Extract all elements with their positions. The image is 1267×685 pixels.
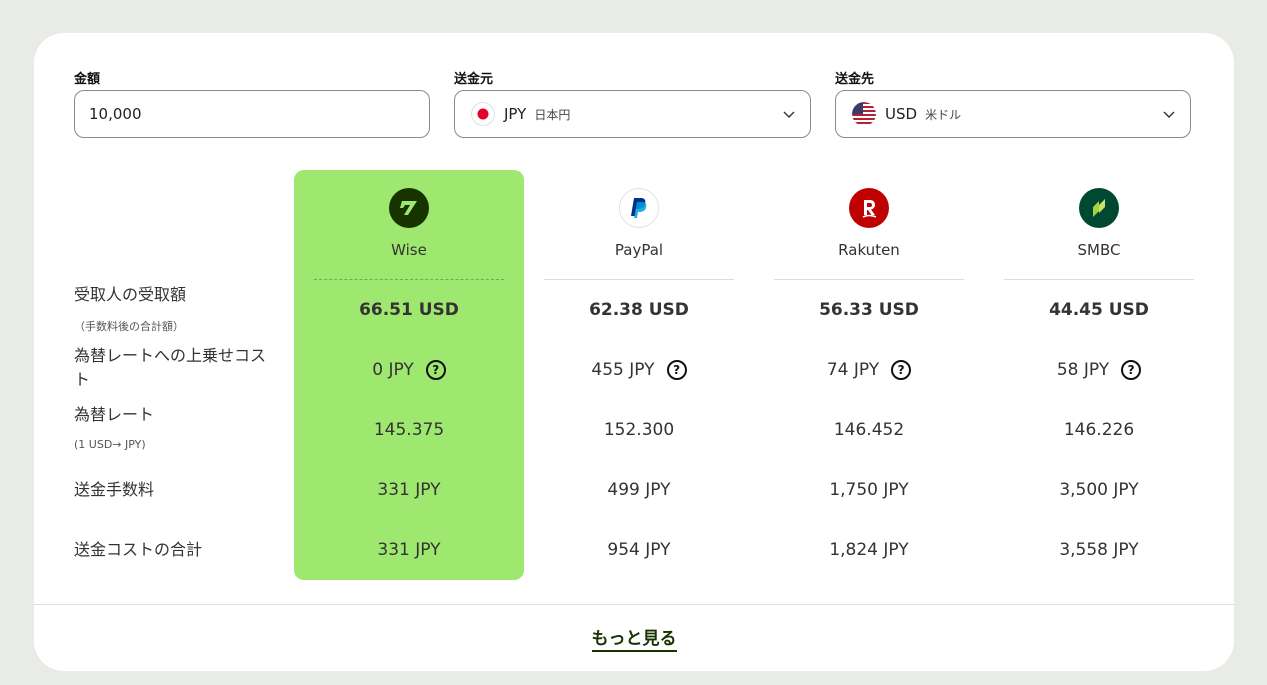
target-currency-label: 送金先 bbox=[835, 72, 875, 87]
provider-header-paypal: PayPal bbox=[544, 188, 734, 259]
provider-header-wise: Wise bbox=[314, 188, 504, 259]
paypal-total-value: 954 JPY bbox=[607, 540, 671, 560]
source-currency-code: JPY bbox=[504, 105, 527, 123]
row-label-rate: 為替レート bbox=[74, 405, 155, 424]
us-flag-icon bbox=[852, 102, 876, 126]
wise-logo-icon bbox=[389, 188, 429, 228]
amount-input[interactable] bbox=[75, 91, 429, 137]
wise-received-value: 66.51 USD bbox=[359, 300, 459, 320]
target-currency-name: 米ドル bbox=[925, 107, 962, 122]
smbc-logo-icon bbox=[1079, 188, 1119, 228]
row-label-received: 受取人の受取額 bbox=[74, 285, 187, 304]
paypal-markup-cell: 455 JPY? bbox=[544, 358, 734, 382]
smbc-received-value: 44.45 USD bbox=[1049, 300, 1149, 320]
smbc-rate-value: 146.226 bbox=[1063, 420, 1135, 440]
provider-name: Rakuten bbox=[838, 241, 900, 259]
amount-label: 金額 bbox=[74, 72, 101, 87]
header-divider bbox=[1004, 279, 1194, 280]
row-label-fee: 送金手数料 bbox=[74, 480, 155, 499]
header-divider bbox=[774, 279, 964, 280]
paypal-logo-icon bbox=[619, 188, 659, 228]
source-currency-label: 送金元 bbox=[454, 72, 494, 87]
source-currency-name: 日本円 bbox=[534, 107, 571, 122]
wise-fee-value: 331 JPY bbox=[377, 480, 441, 500]
provider-name: PayPal bbox=[614, 241, 664, 259]
japan-flag-icon bbox=[471, 102, 495, 126]
rakuten-rate-value: 146.452 bbox=[833, 420, 905, 440]
footer-divider bbox=[34, 604, 1234, 605]
help-icon[interactable]: ? bbox=[1121, 360, 1142, 380]
provider-header-smbc: SMBC bbox=[1004, 188, 1194, 259]
target-currency-select[interactable]: USD 米ドル bbox=[835, 90, 1191, 138]
row-sublabel-received: （手数料後の合計額） bbox=[74, 320, 184, 333]
help-icon[interactable]: ? bbox=[666, 360, 687, 380]
provider-name: SMBC bbox=[1077, 241, 1121, 259]
comparison-card: 金額 送金元 JPY 日本円 送金先 bbox=[34, 33, 1234, 671]
provider-header-rakuten: Rakuten bbox=[774, 188, 964, 259]
amount-field[interactable] bbox=[74, 90, 430, 138]
rakuten-markup-value: 74 JPY bbox=[826, 360, 880, 380]
wise-total-value: 331 JPY bbox=[377, 540, 441, 560]
paypal-received-value: 62.38 USD bbox=[589, 300, 689, 320]
more-container: もっと見る bbox=[34, 624, 1234, 652]
rakuten-logo-icon bbox=[849, 188, 889, 228]
smbc-total-value: 3,558 JPY bbox=[1059, 540, 1139, 560]
row-label-markup: 為替レートへの上乗せコスト bbox=[74, 346, 267, 389]
paypal-fee-value: 499 JPY bbox=[607, 480, 671, 500]
rakuten-fee-value: 1,750 JPY bbox=[829, 480, 909, 500]
smbc-fee-value: 3,500 JPY bbox=[1059, 480, 1139, 500]
help-icon[interactable]: ? bbox=[425, 360, 446, 380]
wise-markup-value: 0 JPY bbox=[372, 360, 414, 380]
wise-markup-cell: 0 JPY? bbox=[314, 358, 504, 382]
smbc-markup-cell: 58 JPY? bbox=[1004, 358, 1194, 382]
chevron-down-icon bbox=[783, 111, 795, 118]
provider-name: Wise bbox=[391, 241, 427, 259]
target-currency-code: USD bbox=[885, 105, 918, 123]
chevron-down-icon bbox=[1163, 111, 1175, 118]
rakuten-received-value: 56.33 USD bbox=[819, 300, 919, 320]
rakuten-markup-cell: 74 JPY? bbox=[774, 358, 964, 382]
see-more-link[interactable]: もっと見る bbox=[591, 629, 677, 652]
wise-rate-value: 145.375 bbox=[373, 420, 445, 440]
paypal-rate-value: 152.300 bbox=[603, 420, 675, 440]
paypal-markup-value: 455 JPY bbox=[591, 360, 655, 380]
rakuten-total-value: 1,824 JPY bbox=[829, 540, 909, 560]
header-divider bbox=[544, 279, 734, 280]
smbc-markup-value: 58 JPY bbox=[1056, 360, 1110, 380]
header-divider bbox=[314, 279, 504, 280]
help-icon[interactable]: ? bbox=[891, 360, 912, 380]
row-sublabel-rate: (1 USD→ JPY) bbox=[74, 438, 146, 451]
row-label-total: 送金コストの合計 bbox=[74, 540, 203, 559]
source-currency-select[interactable]: JPY 日本円 bbox=[454, 90, 811, 138]
